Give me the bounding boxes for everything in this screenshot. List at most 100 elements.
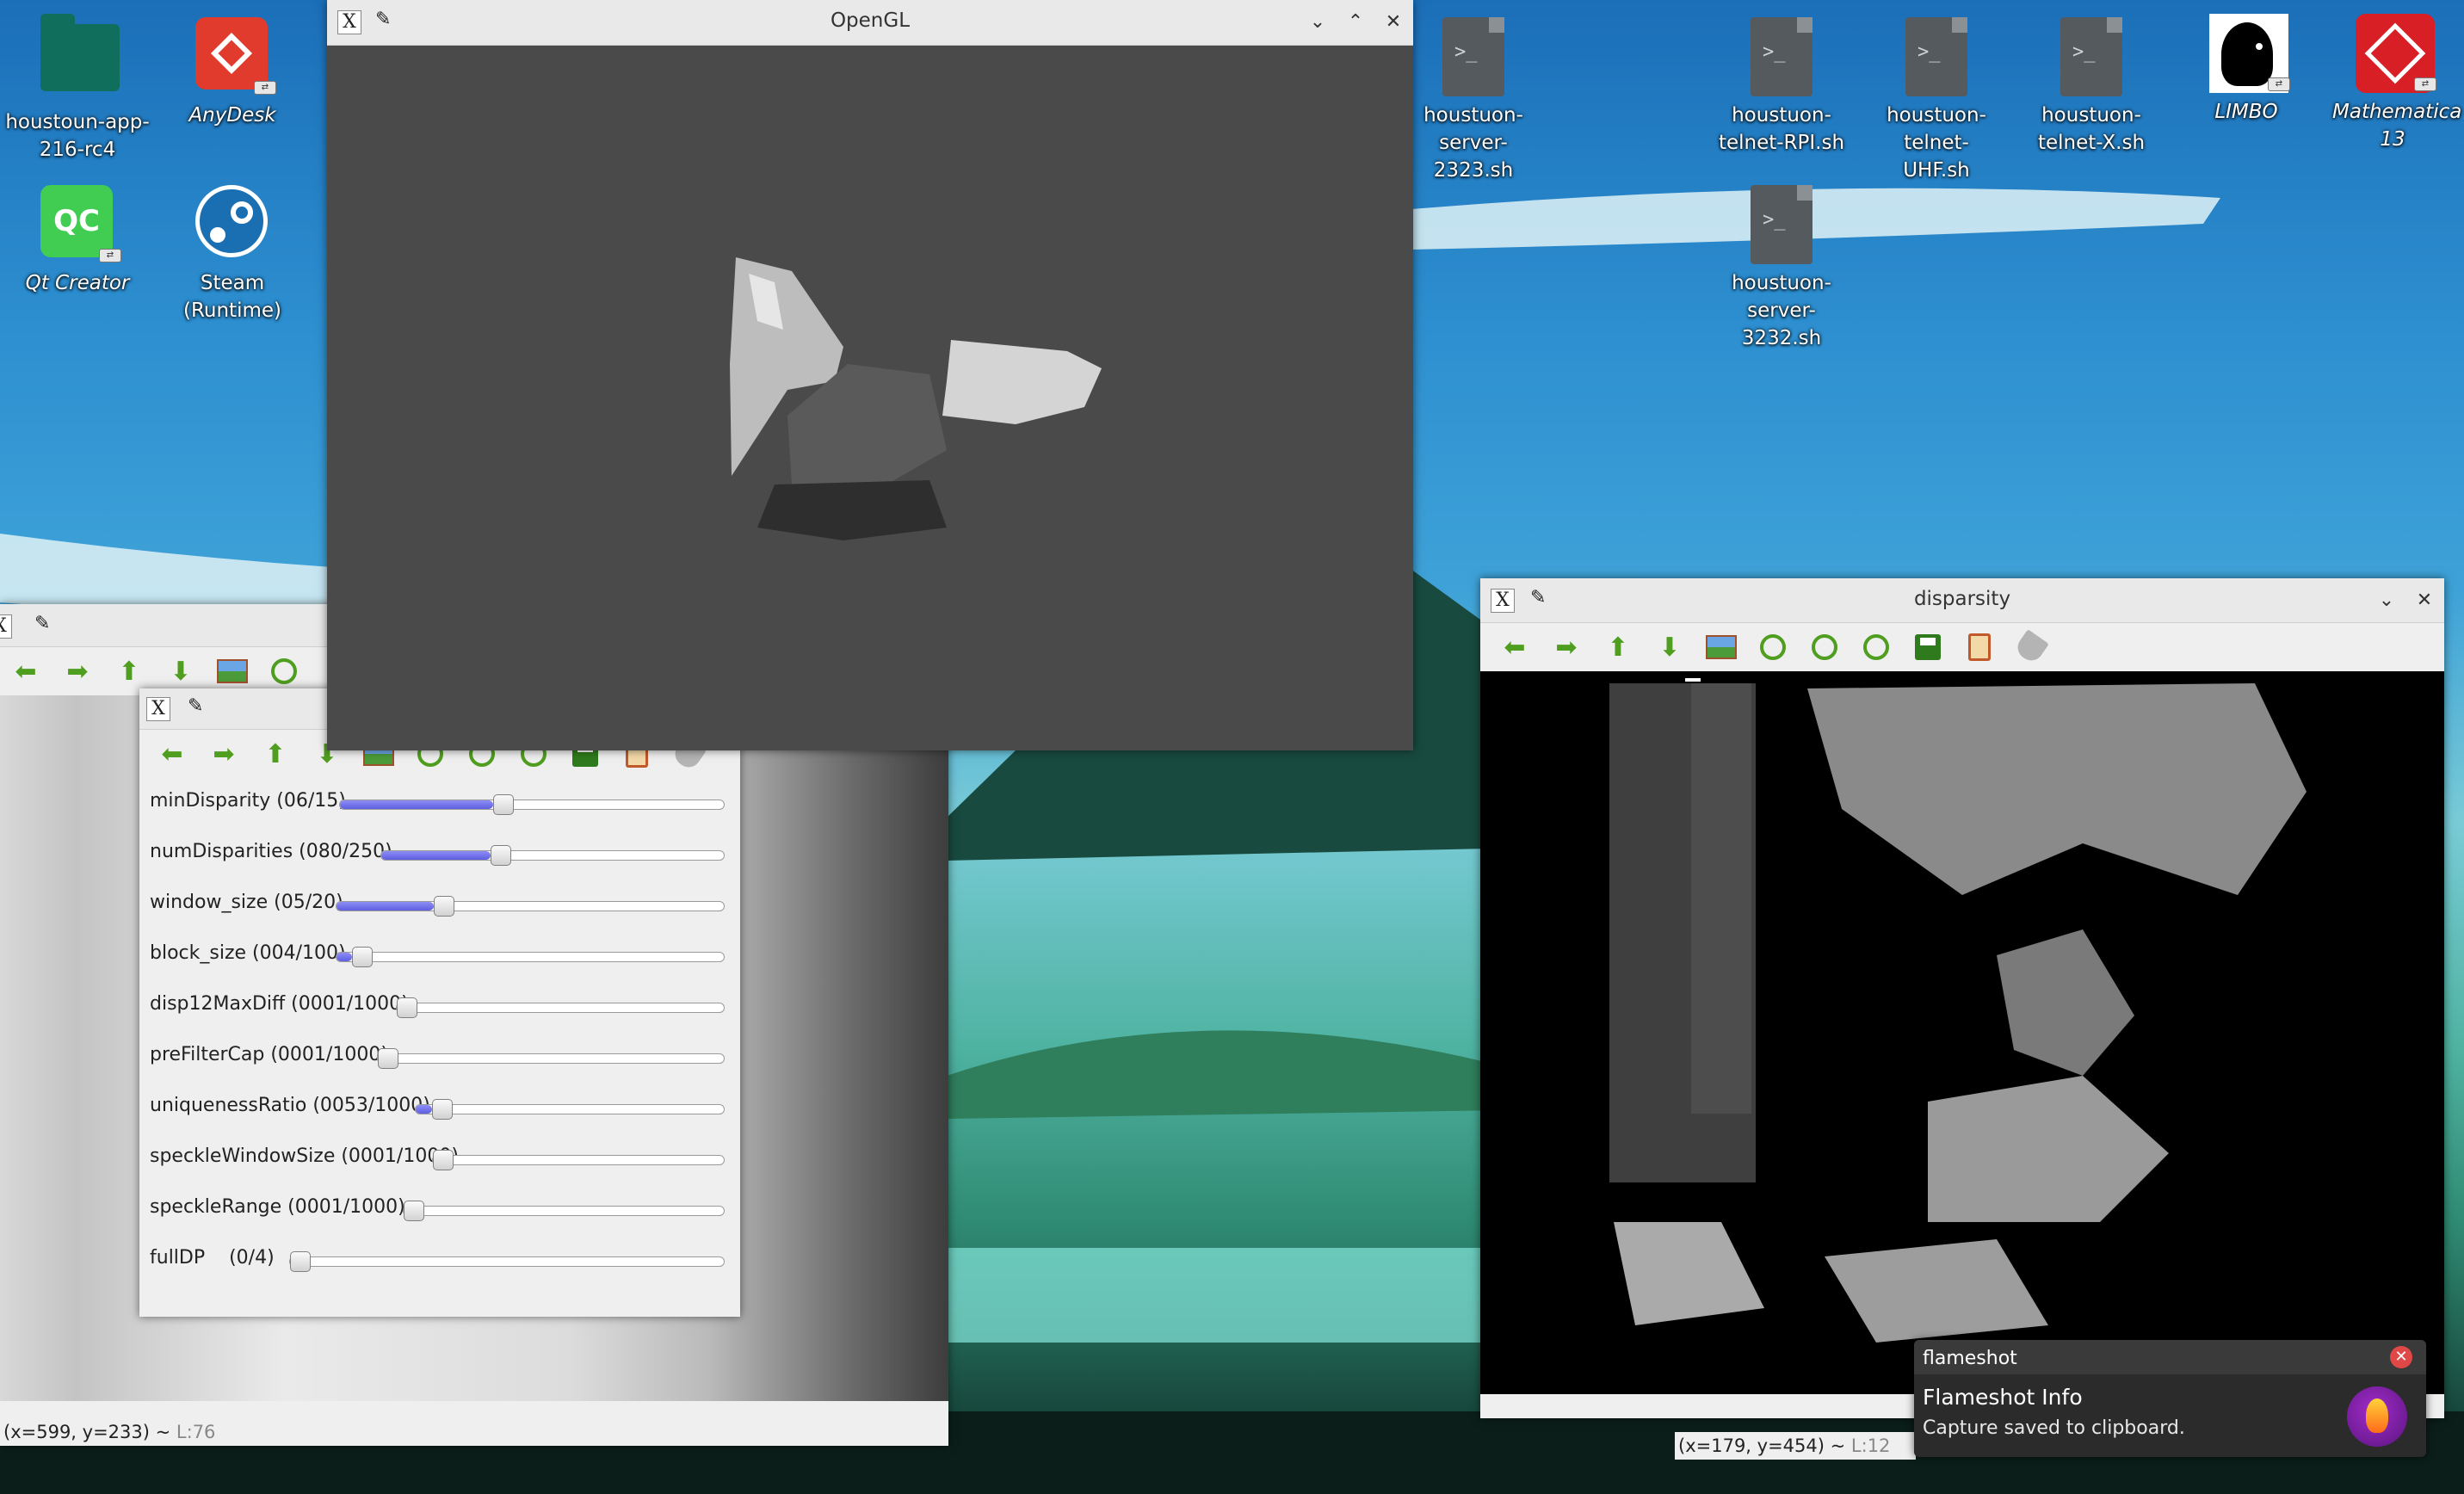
trackbar-track[interactable]: [432, 1150, 725, 1170]
desktop-icon-telnet-uhf[interactable]: >_ houstuon-telnet-UHF.sh: [1859, 17, 2014, 184]
status-coordinates: (x=599, y=233) ~: [3, 1422, 171, 1442]
trackbar-thumb[interactable]: [404, 1201, 425, 1221]
trackbar-track[interactable]: [336, 896, 725, 917]
window-title: disparsity: [1913, 588, 2011, 610]
trackbar-window-size: window_size (05/20): [139, 880, 740, 930]
trackbar-thumb[interactable]: [431, 1099, 453, 1120]
desktop-icon-anydesk[interactable]: ⇄ AnyDesk: [155, 17, 310, 129]
qt-creator-icon: QC ⇄: [40, 185, 121, 262]
trackbar-track[interactable]: [289, 1251, 725, 1272]
script-file-icon: >_: [1745, 17, 1819, 96]
window-titlebar[interactable]: X ✎ disparsity ⌄ ✕: [1480, 578, 2444, 623]
trackbar-min-disparity: minDisparity (06/15): [139, 778, 740, 829]
pan-left-icon[interactable]: ⬅: [1489, 628, 1541, 666]
trackbar-track[interactable]: [415, 1099, 725, 1120]
trackbar-prefilter-cap: preFilterCap (0001/1000): [139, 1032, 740, 1083]
trackbar-block-size: block_size (004/100): [139, 930, 740, 981]
desktop-icon-label: houstuon-server-3232.sh: [1732, 272, 1831, 349]
trackbar-label: minDisparity (06/15): [150, 790, 346, 812]
qt-creator-glyph: QC: [40, 185, 113, 257]
trackbar-label: block_size (004/100): [150, 942, 346, 964]
trackbar-track[interactable]: [339, 794, 725, 815]
trackbar-track[interactable]: [336, 947, 725, 967]
x11-app-icon: X: [146, 697, 170, 721]
pan-down-icon[interactable]: ⬇: [155, 652, 207, 690]
window-title: OpenGL: [830, 9, 911, 32]
desktop-icon-houstoun-app[interactable]: houstoun-app-216-rc4: [0, 14, 155, 164]
trackbar-thumb[interactable]: [378, 1048, 399, 1069]
zoom-in-icon[interactable]: [1799, 628, 1850, 666]
minimize-icon[interactable]: ⌄: [1305, 9, 1331, 34]
trackbar-thumb[interactable]: [352, 947, 373, 967]
trackbar-label: numDisparities (080/250): [150, 841, 392, 862]
zoom-original-icon[interactable]: [1747, 628, 1799, 666]
trackbar-disp12-max-diff: disp12MaxDiff (0001/1000): [139, 981, 740, 1032]
desktop-icon-label: AnyDesk: [188, 104, 276, 127]
desktop-icon-telnet-rpi[interactable]: >_ houstuon-telnet-RPI.sh: [1704, 17, 1859, 157]
trackbar-thumb[interactable]: [433, 1150, 454, 1170]
properties-icon[interactable]: [2005, 628, 2057, 666]
desktop-icon-label: houstuon-server-2323.sh: [1423, 104, 1523, 182]
trackbar-thumb[interactable]: [493, 794, 515, 815]
trackbar-thumb[interactable]: [397, 997, 418, 1018]
trackbar-label: disp12MaxDiff (0001/1000): [150, 993, 409, 1015]
desktop-icon-steam[interactable]: Steam (Runtime): [155, 185, 310, 324]
trackbar-track[interactable]: [380, 845, 725, 866]
limbo-icon: ⇄: [2209, 14, 2290, 93]
pan-right-icon[interactable]: ➡: [1541, 628, 1592, 666]
trackbar-full-dp: fullDP (0/4): [139, 1235, 740, 1286]
x11-app-icon: X: [0, 614, 12, 639]
pan-left-icon[interactable]: ⬅: [146, 735, 198, 773]
trackbar-track[interactable]: [377, 1048, 725, 1069]
desktop-icon-server-3232[interactable]: >_ houstuon-server-3232.sh: [1704, 185, 1859, 352]
trackbar-thumb[interactable]: [290, 1251, 311, 1272]
desktop-icon-telnet-x[interactable]: >_ houstuon-telnet-X.sh: [2014, 17, 2169, 157]
trackbar-label: speckleRange (0001/1000): [150, 1196, 405, 1218]
script-file-icon: >_: [1745, 185, 1819, 264]
close-icon[interactable]: ✕: [2390, 1346, 2412, 1368]
pan-right-icon[interactable]: ➡: [198, 735, 250, 773]
close-icon[interactable]: ✕: [1380, 9, 1406, 34]
notification-body: Capture saved to clipboard.: [1923, 1417, 2185, 1439]
trackbar-thumb[interactable]: [491, 845, 512, 866]
pan-down-icon[interactable]: ⬇: [1644, 628, 1695, 666]
desktop-icon-label: houstuon-telnet-X.sh: [2037, 104, 2146, 154]
desktop-icon-qt-creator[interactable]: QC ⇄ Qt Creator: [0, 185, 155, 297]
pan-left-icon[interactable]: ⬅: [0, 652, 52, 690]
script-file-icon: >_: [1899, 17, 1973, 96]
pin-icon[interactable]: ✎: [34, 613, 50, 634]
status-level: L:12: [1850, 1435, 1891, 1456]
folder-icon: [40, 14, 120, 98]
window-titlebar[interactable]: X ✎ OpenGL ⌄ ⌃ ✕: [327, 0, 1413, 46]
pin-icon[interactable]: ✎: [188, 695, 203, 717]
zoom-fit-icon[interactable]: [1695, 628, 1747, 666]
desktop-icon-mathematica[interactable]: ⇄ Mathematica 13: [2324, 14, 2461, 153]
trackbar-track[interactable]: [403, 1201, 725, 1221]
trackbar-speckle-range: speckleRange (0001/1000): [139, 1184, 740, 1235]
trackbar-uniqueness-ratio: uniquenessRatio (0053/1000): [139, 1083, 740, 1133]
save-icon[interactable]: [1902, 628, 1954, 666]
desktop-icon-label: Mathematica 13: [2332, 101, 2462, 151]
trackbar-thumb[interactable]: [433, 896, 454, 917]
zoom-out-icon[interactable]: [1850, 628, 1902, 666]
pan-up-icon[interactable]: ⬆: [103, 652, 155, 690]
pan-up-icon[interactable]: ⬆: [250, 735, 301, 773]
zoom-original-icon[interactable]: [258, 652, 310, 690]
desktop-icon-limbo[interactable]: ⇄ LIMBO: [2169, 14, 2324, 126]
trackbar-num-disparities: numDisparities (080/250): [139, 829, 740, 880]
link-badge-icon: ⇄: [2414, 77, 2436, 91]
disparity-image: [1480, 671, 2444, 1394]
minimize-icon[interactable]: ⌄: [2374, 587, 2399, 613]
desktop-icon-server-2323[interactable]: >_ houstuon-server-2323.sh: [1396, 17, 1551, 184]
copy-clipboard-icon[interactable]: [1954, 628, 2005, 666]
pan-right-icon[interactable]: ➡: [52, 652, 103, 690]
zoom-fit-icon[interactable]: [207, 652, 258, 690]
trackbar-track[interactable]: [396, 997, 725, 1018]
close-icon[interactable]: ✕: [2412, 587, 2437, 613]
script-file-icon: >_: [1436, 17, 1510, 96]
pan-up-icon[interactable]: ⬆: [1592, 628, 1644, 666]
maximize-icon[interactable]: ⌃: [1343, 9, 1368, 34]
desktop-icon-label: Qt Creator: [25, 272, 130, 294]
flameshot-notification[interactable]: flameshot ✕ Flameshot Info Capture saved…: [1914, 1340, 2426, 1457]
steam-icon: [195, 185, 269, 259]
